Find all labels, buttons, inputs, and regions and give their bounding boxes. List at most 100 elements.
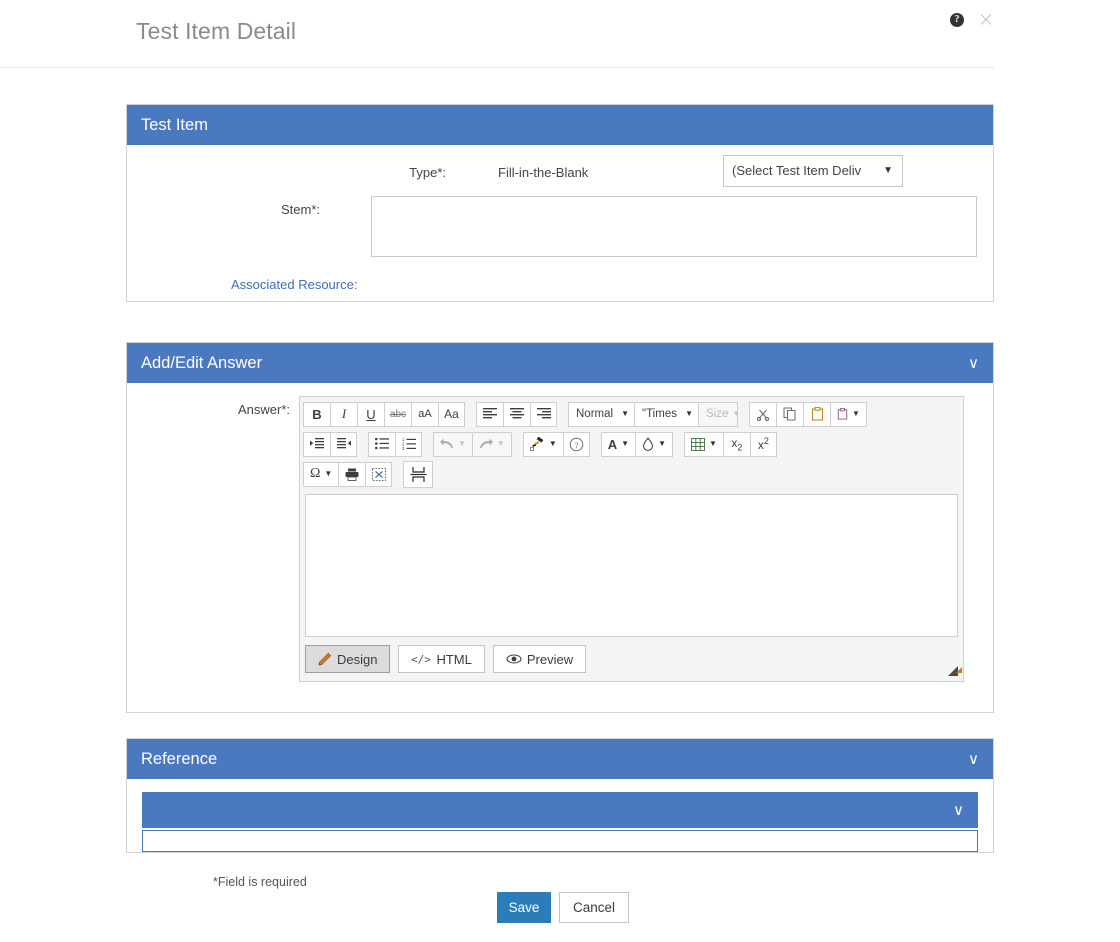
superscript-button[interactable]: x2: [749, 431, 777, 457]
type-label: Type*:: [409, 165, 446, 180]
resize-grip-icon[interactable]: [948, 666, 962, 676]
cut-button[interactable]: [749, 401, 776, 427]
numbered-list-button[interactable]: 123: [395, 431, 422, 457]
clipboard-icon: [811, 407, 824, 421]
text-format-group: B I U abc aA Aa: [303, 401, 465, 427]
add-edit-answer-panel-title: Add/Edit Answer: [141, 354, 263, 372]
test-item-delivery-selected-value: (Select Test Item Deliv: [732, 163, 862, 178]
chevron-down-icon: ▼: [732, 410, 737, 418]
answer-label: Answer*:: [237, 402, 290, 417]
outdent-button[interactable]: [330, 431, 357, 457]
stem-label: Stem*:: [280, 202, 320, 217]
code-icon: </>: [411, 653, 431, 666]
test-item-panel-title: Test Item: [141, 116, 208, 134]
history-group: ▼ ▼: [433, 431, 512, 457]
select-all-button[interactable]: [365, 461, 393, 487]
align-center-icon: [510, 408, 524, 420]
chevron-down-icon: ▼: [496, 439, 505, 448]
lowercase-button[interactable]: aA: [411, 401, 438, 427]
undo-button[interactable]: ▼: [433, 431, 472, 457]
align-right-button[interactable]: [530, 401, 557, 427]
editor-toolbar-row-2: 123 ▼ ▼ ▼ ? A ▼ ▼ ▼ x2 x2: [303, 429, 960, 459]
test-item-panel-header: Test Item: [127, 105, 993, 145]
paste-options-button[interactable]: ▼: [830, 401, 867, 427]
chevron-down-icon: ▼: [324, 469, 333, 478]
page-break-icon: [410, 466, 427, 483]
paragraph-style-select[interactable]: Normal ▼: [568, 401, 634, 427]
test-item-delivery-select[interactable]: (Select Test Item Deliv ▼: [723, 155, 903, 187]
help-circle-icon[interactable]: ?: [950, 13, 964, 27]
chevron-down-icon: ▼: [658, 439, 666, 448]
color-group: A ▼ ▼: [600, 431, 673, 457]
design-tab-label: Design: [337, 651, 378, 667]
editor-toolbar: B I U abc aA Aa Normal ▼ "Times ▼ Size ▼…: [300, 397, 963, 490]
scissors-icon: [756, 407, 770, 421]
header-icon-group: ?: [950, 12, 994, 28]
painter-group: ▼ ?: [522, 431, 590, 457]
select-all-icon: [371, 467, 386, 481]
associated-resource-link[interactable]: Associated Resource:: [231, 277, 357, 292]
copy-button[interactable]: [776, 401, 803, 427]
table-icon: [691, 437, 705, 451]
font-family-select[interactable]: "Times ... ▼: [634, 401, 698, 427]
align-left-icon: [483, 408, 497, 420]
reference-sub-header[interactable]: ∨: [142, 792, 978, 828]
editor-view-tabs: Design </> HTML Preview: [305, 645, 587, 673]
indent-button[interactable]: [303, 431, 330, 457]
uppercase-button[interactable]: Aa: [438, 401, 465, 427]
list-group: 123: [368, 431, 422, 457]
align-center-button[interactable]: [503, 401, 530, 427]
chevron-down-icon: ▼: [852, 409, 860, 418]
format-painter-button[interactable]: ▼: [522, 431, 563, 457]
font-size-value: Size: [706, 408, 729, 420]
highlight-color-button[interactable]: ▼: [635, 431, 673, 457]
svg-text:3: 3: [402, 446, 405, 450]
table-button[interactable]: ▼: [684, 431, 723, 457]
editor-toolbar-row-1: B I U abc aA Aa Normal ▼ "Times ▼ Size ▼: [303, 399, 960, 429]
footer-button-group: Save Cancel: [497, 892, 629, 923]
align-left-button[interactable]: [476, 401, 503, 427]
indent-group: [303, 431, 357, 457]
print-button[interactable]: [338, 461, 366, 487]
chevron-down-icon: ▼: [621, 409, 629, 418]
close-icon[interactable]: [978, 12, 994, 28]
pencil-icon: [318, 652, 332, 666]
droplet-icon: [642, 437, 654, 451]
question-circle-icon: ?: [569, 437, 584, 452]
chevron-down-icon: ▼: [548, 439, 557, 448]
underline-button[interactable]: U: [357, 401, 384, 427]
paragraph-style-value: Normal: [576, 408, 614, 420]
font-size-select[interactable]: Size ▼: [698, 401, 738, 427]
help-button[interactable]: ?: [562, 431, 590, 457]
preview-tab-label: Preview: [526, 651, 574, 667]
stem-input[interactable]: [371, 196, 977, 257]
html-tab[interactable]: </> HTML: [398, 645, 485, 673]
redo-button[interactable]: ▼: [471, 431, 512, 457]
strikethrough-button[interactable]: abc: [384, 401, 411, 427]
reference-panel-title: Reference: [141, 750, 218, 768]
preview-tab[interactable]: Preview: [492, 645, 587, 673]
chevron-down-icon[interactable]: ∨: [968, 752, 979, 767]
cancel-button[interactable]: Cancel: [559, 892, 629, 923]
italic-button[interactable]: I: [330, 401, 357, 427]
special-character-button[interactable]: Ω ▼: [303, 461, 339, 487]
subscript-button[interactable]: x2: [722, 431, 750, 457]
chevron-down-icon[interactable]: ∨: [953, 801, 964, 819]
page-title: Test Item Detail: [136, 18, 297, 44]
save-button[interactable]: Save: [497, 892, 551, 923]
font-color-button[interactable]: A ▼: [600, 431, 636, 457]
page-break-button[interactable]: [403, 460, 434, 488]
bullet-list-button[interactable]: [368, 431, 395, 457]
paste-button[interactable]: [803, 401, 830, 427]
chevron-down-icon[interactable]: ∨: [968, 356, 979, 371]
svg-text:</>: </>: [411, 653, 431, 666]
reference-input[interactable]: [142, 830, 978, 852]
design-tab[interactable]: Design: [305, 645, 391, 673]
html-tab-label: HTML: [436, 651, 472, 667]
bold-button[interactable]: B: [303, 401, 330, 427]
editor-content-area[interactable]: [305, 494, 958, 637]
insert-group: ▼ x2 x2: [684, 431, 777, 457]
svg-text:?: ?: [574, 440, 578, 450]
misc-group: Ω ▼: [303, 461, 393, 487]
alignment-group: [476, 401, 557, 427]
